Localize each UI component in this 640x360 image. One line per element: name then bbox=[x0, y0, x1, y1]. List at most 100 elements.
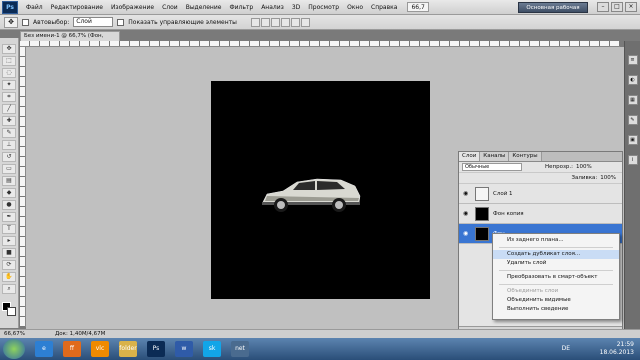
menu-window[interactable]: Окно bbox=[343, 0, 367, 15]
pen-icon[interactable]: ✒ bbox=[2, 212, 16, 222]
menu-analysis[interactable]: Анализ bbox=[257, 0, 288, 15]
menu-view[interactable]: Просмотр bbox=[304, 0, 343, 15]
brush-icon[interactable]: ✎ bbox=[2, 128, 16, 138]
marquee-icon[interactable]: ⬚ bbox=[2, 56, 16, 66]
status-doc-size: Док: 1,40М/4,67М bbox=[54, 331, 106, 337]
word-icon[interactable]: w bbox=[175, 341, 193, 357]
zoom-level-select[interactable]: 66,7 bbox=[407, 2, 429, 12]
menu-image[interactable]: Изображение bbox=[107, 0, 158, 15]
info-panel-icon[interactable]: i bbox=[627, 155, 638, 165]
clock-date: 18.06.2013 bbox=[599, 349, 634, 356]
close-icon[interactable]: × bbox=[625, 2, 637, 12]
menu-item-delete-layer[interactable]: Удалить слой bbox=[493, 259, 619, 268]
system-clock[interactable]: 21:59 18.06.2013 bbox=[600, 341, 634, 357]
eye-icon[interactable]: ◉ bbox=[463, 230, 471, 237]
align-top-icon[interactable] bbox=[250, 17, 260, 27]
workspace-button[interactable]: Основная рабочая среда bbox=[518, 2, 588, 22]
window-controls: – □ × bbox=[597, 2, 637, 12]
healing-icon[interactable]: ✚ bbox=[2, 116, 16, 126]
menu-item-merge-layers: Объединить слои bbox=[507, 288, 559, 294]
fill-value[interactable]: 100% bbox=[600, 175, 616, 181]
tab-paths[interactable]: Контуры bbox=[509, 152, 542, 161]
vlc-icon[interactable]: vlc bbox=[91, 341, 109, 357]
start-button[interactable] bbox=[3, 339, 25, 359]
shape-icon[interactable]: ■ bbox=[2, 248, 16, 258]
align-left-icon[interactable] bbox=[280, 17, 290, 27]
background-color-swatch[interactable] bbox=[7, 307, 16, 316]
align-hcenter-icon[interactable] bbox=[290, 17, 300, 27]
skype-icon[interactable]: sk bbox=[203, 341, 221, 357]
stamp-icon[interactable]: ⊥ bbox=[2, 140, 16, 150]
menu-select[interactable]: Выделение bbox=[182, 0, 226, 15]
history-panel-icon[interactable]: ≡ bbox=[627, 55, 638, 65]
move-icon[interactable]: ✥ bbox=[2, 44, 16, 54]
gradient-icon[interactable]: ▤ bbox=[2, 176, 16, 186]
align-right-icon[interactable] bbox=[300, 17, 310, 27]
network-app-icon[interactable]: net bbox=[231, 341, 249, 357]
menu-divider bbox=[499, 284, 613, 285]
auto-select-checkbox[interactable] bbox=[22, 18, 29, 26]
status-zoom[interactable]: 66,67% bbox=[4, 331, 25, 337]
language-indicator[interactable]: DE bbox=[562, 345, 570, 352]
show-controls-checkbox[interactable] bbox=[117, 18, 125, 26]
blend-row: Обычные Непрозр.: 100% bbox=[459, 162, 622, 173]
eraser-icon[interactable]: ▭ bbox=[2, 164, 16, 174]
color-swatches[interactable] bbox=[2, 302, 16, 316]
history-brush-icon[interactable]: ↺ bbox=[2, 152, 16, 162]
menu-help[interactable]: Справка bbox=[367, 0, 401, 15]
menu-file[interactable]: Файл bbox=[22, 0, 47, 15]
eyedropper-icon[interactable]: ╱ bbox=[2, 104, 16, 114]
tab-channels[interactable]: Каналы bbox=[480, 152, 510, 161]
opacity-value[interactable]: 100% bbox=[576, 164, 592, 170]
panel-tabs: Слои Каналы Контуры bbox=[459, 152, 622, 162]
layer-name: Фон копия bbox=[493, 210, 524, 217]
hand-icon[interactable]: ✋ bbox=[2, 272, 16, 282]
document-tab[interactable]: Без имени-1 @ 66,7% (Фон, RGB/8) * bbox=[20, 31, 120, 48]
fill-row: Заливка: 100% bbox=[459, 173, 622, 184]
eye-icon[interactable]: ◉ bbox=[463, 190, 471, 197]
maximize-icon[interactable]: □ bbox=[611, 2, 623, 12]
brush-panel-icon[interactable]: ✎ bbox=[627, 115, 638, 125]
menu-item-convert-smart-object[interactable]: Преобразовать в смарт-объект bbox=[493, 273, 619, 282]
auto-select-dropdown[interactable]: Слой bbox=[73, 17, 114, 27]
menu-item-duplicate-layer[interactable]: Создать дубликат слоя... bbox=[493, 250, 619, 259]
3d-rotate-icon[interactable]: ⟳ bbox=[2, 260, 16, 270]
magic-wand-icon[interactable]: ✦ bbox=[2, 80, 16, 90]
blend-mode-select[interactable]: Обычные bbox=[462, 163, 522, 171]
layer-row[interactable]: ◉ Слой 1 bbox=[459, 184, 622, 204]
adjustments-panel-icon[interactable]: ◐ bbox=[627, 75, 638, 85]
menu-layers[interactable]: Слои bbox=[158, 0, 182, 15]
eye-icon[interactable]: ◉ bbox=[463, 210, 471, 217]
menu-item-merge-visible[interactable]: Объединить видимые bbox=[493, 296, 619, 305]
menu-item-from-background[interactable]: Из заднего плана... bbox=[493, 236, 619, 245]
options-bar: ✥ Автовыбор: Слой Показать управляющие э… bbox=[0, 15, 640, 30]
clock-time: 21:59 bbox=[616, 341, 634, 348]
swatches-panel-icon[interactable]: ▣ bbox=[627, 135, 638, 145]
firefox-icon[interactable]: ff bbox=[63, 341, 81, 357]
move-tool-icon[interactable]: ✥ bbox=[4, 16, 18, 28]
menu-item-flatten-image[interactable]: Выполнить сведение bbox=[493, 305, 619, 314]
explorer-icon[interactable]: folder bbox=[119, 341, 137, 357]
menu-filter[interactable]: Фильтр bbox=[225, 0, 257, 15]
tab-layers[interactable]: Слои bbox=[459, 152, 481, 161]
align-bottom-icon[interactable] bbox=[270, 17, 280, 27]
photoshop-taskbar-icon[interactable]: Ps bbox=[147, 341, 165, 357]
layer-thumbnail bbox=[475, 186, 489, 201]
ie-icon[interactable]: e bbox=[35, 341, 53, 357]
lasso-icon[interactable]: ◌ bbox=[2, 68, 16, 78]
crop-icon[interactable]: ⌗ bbox=[2, 92, 16, 102]
menu-3d[interactable]: 3D bbox=[288, 0, 304, 15]
styles-panel-icon[interactable]: ▦ bbox=[627, 95, 638, 105]
path-select-icon[interactable]: ▸ bbox=[2, 236, 16, 246]
windows-taskbar: e ff vlc folder Ps w sk net DE 21:59 18.… bbox=[0, 338, 640, 360]
zoom-icon[interactable]: ⌕ bbox=[2, 284, 16, 294]
menu-edit[interactable]: Редактирование bbox=[47, 0, 107, 15]
minimize-icon[interactable]: – bbox=[597, 2, 609, 12]
blur-icon[interactable]: ◆ bbox=[2, 188, 16, 198]
align-vcenter-icon[interactable] bbox=[260, 17, 270, 27]
status-bar: 66,67% Док: 1,40М/4,67М bbox=[0, 329, 640, 338]
layer-row[interactable]: ◉ Фон копия bbox=[459, 204, 622, 224]
layer-name: Слой 1 bbox=[493, 190, 513, 197]
dodge-icon[interactable]: ● bbox=[2, 200, 16, 210]
type-icon[interactable]: T bbox=[2, 224, 16, 234]
